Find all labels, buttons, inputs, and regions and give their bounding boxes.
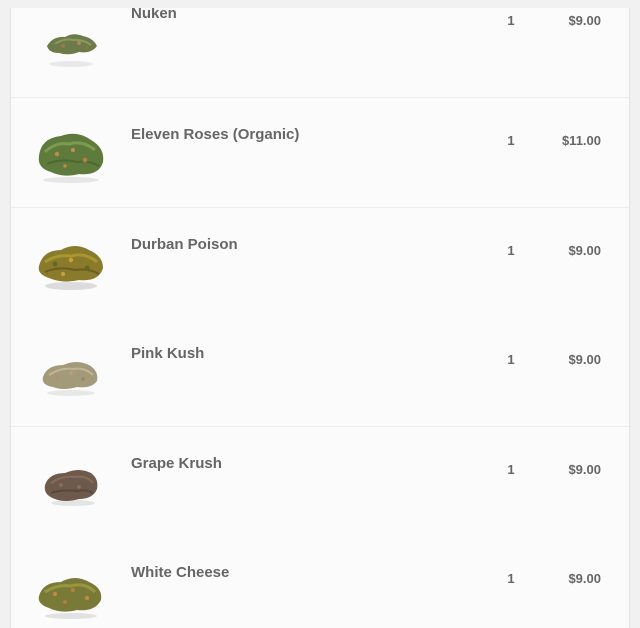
cannabis-bud-icon xyxy=(47,34,97,67)
item-quantity: 1 xyxy=(507,352,515,367)
item-price: $9.00 xyxy=(568,352,601,367)
cart-item-row[interactable]: Pink Kush 1 $9.00 xyxy=(11,317,629,427)
cart-item-row[interactable]: Nuken 1 $9.00 xyxy=(11,8,629,98)
product-image[interactable] xyxy=(33,226,109,302)
product-image[interactable] xyxy=(33,116,109,192)
item-price: $9.00 xyxy=(568,571,601,586)
item-quantity: 1 xyxy=(507,571,515,586)
product-name[interactable]: Pink Kush xyxy=(131,345,204,362)
cannabis-bud-icon xyxy=(38,133,104,183)
item-price: $9.00 xyxy=(568,13,601,28)
product-name[interactable]: White Cheese xyxy=(131,564,229,581)
product-image[interactable] xyxy=(33,445,109,521)
product-name[interactable]: Nuken xyxy=(131,8,177,22)
product-name[interactable]: Grape Krush xyxy=(131,455,222,472)
item-price: $9.00 xyxy=(568,462,601,477)
item-quantity: 1 xyxy=(507,462,515,477)
cart-item-row[interactable]: White Cheese 1 $9.00 xyxy=(11,536,629,628)
product-image[interactable] xyxy=(33,335,109,411)
cart-item-row[interactable]: Durban Poison 1 $9.00 xyxy=(11,208,629,318)
item-quantity: 1 xyxy=(507,13,515,28)
item-price: $9.00 xyxy=(568,243,601,258)
cannabis-bud-icon xyxy=(44,470,98,506)
cannabis-bud-icon xyxy=(38,246,103,290)
product-name[interactable]: Eleven Roses (Organic) xyxy=(131,126,299,143)
item-quantity: 1 xyxy=(507,243,515,258)
product-name[interactable]: Durban Poison xyxy=(131,236,238,253)
cart-item-row[interactable]: Eleven Roses (Organic) 1 $11.00 xyxy=(11,98,629,208)
product-image[interactable] xyxy=(33,8,109,78)
cannabis-bud-icon xyxy=(42,362,98,396)
cart-items-panel: Nuken 1 $9.00 Eleven Roses (Organic) 1 $… xyxy=(10,8,630,628)
item-price: $11.00 xyxy=(561,133,601,148)
cart-item-row[interactable]: Grape Krush 1 $9.00 xyxy=(11,427,629,537)
item-quantity: 1 xyxy=(507,133,515,148)
